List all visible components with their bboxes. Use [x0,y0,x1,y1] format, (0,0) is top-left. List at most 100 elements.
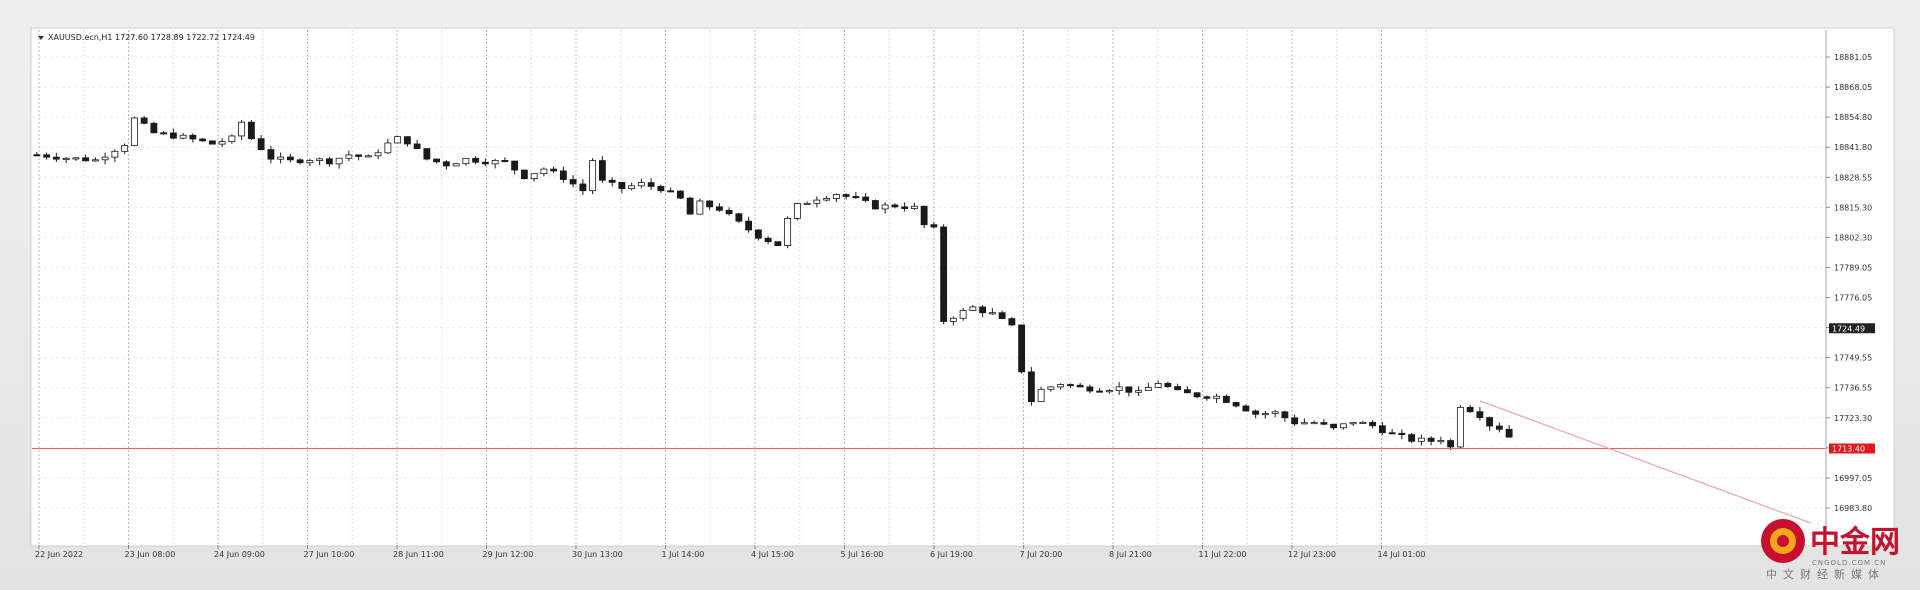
candle-body [355,154,363,157]
time-axis: 22 Jun 2022 23 Jun 08:00 24 Jun 09:00 27 Ju… [35,545,1425,559]
candle-body [169,132,177,139]
candle-body [793,203,801,219]
time-tick-label: 6 Jul 19:00 [930,550,973,559]
candle-body [988,312,996,315]
candle-body [1505,428,1513,438]
candle-body [618,181,626,190]
candle-body [1027,371,1035,403]
time-tick-label: 23 Jun 08:00 [125,550,176,559]
time-tick-label: 22 Jun 2022 [35,550,83,559]
candle-body [910,205,918,209]
candle-body [1310,422,1318,425]
candle-body [1183,389,1191,394]
candle-body [1486,417,1494,427]
candle-body [754,229,762,239]
time-tick-label: 30 Jun 13:00 [572,550,623,559]
candle-body [589,160,597,192]
chart-frame [30,27,1895,547]
time-tick-label: 8 Jul 21:00 [1109,550,1152,559]
candle-body [1447,440,1455,448]
candle-body [998,312,1006,319]
time-tick-label: 5 Jul 16:00 [841,550,884,559]
candle-body [72,157,80,160]
candle-body [189,134,197,140]
candle-body [530,173,538,180]
candle-body [920,205,928,226]
candle-body [1408,434,1416,442]
time-tick-label: 4 Jul 15:00 [751,550,794,559]
candle-body [1203,396,1211,399]
candle-body [238,121,246,137]
time-tick-label: 28 Jun 11:00 [393,550,444,559]
candle-body [1193,392,1201,398]
candle-body [101,156,109,161]
candle-body [1261,413,1269,416]
brand-tagline: 中文财经新媒体 [1766,567,1885,581]
candle-body [628,185,636,190]
candle-body [316,158,324,161]
candle-body [403,136,411,145]
candle-body [1476,411,1484,418]
candle-body [286,156,294,161]
price-tick-label: 18802.30 [1834,233,1872,242]
candle-body [930,224,938,228]
candle-body [1047,386,1055,390]
candle-body [423,148,431,160]
candle-body [306,160,314,164]
candle-body [784,218,792,246]
candle-body [569,179,577,185]
candle-body [559,170,567,180]
candle-body [774,241,782,246]
candle-body [1105,390,1113,393]
candle-body [959,310,967,319]
candle-body [1135,390,1143,393]
candle-body [881,204,889,210]
candle-body [657,186,665,192]
cngold-watermark: 中金网 CNGOLD.COM.CN 中文财经新媒体 [1761,519,1900,581]
candle-body [43,154,51,158]
chart-title: XAUUSD.ecn,H1 1727.60 1728.89 1722.72 17… [48,33,255,42]
price-tick-label: 18854.80 [1834,113,1872,122]
candle-body [1271,411,1279,414]
time-tick-label: 27 Jun 10:00 [304,550,355,559]
candle-body [345,154,353,159]
candle-body [199,138,207,142]
candle-body [179,134,187,139]
candle-body [218,141,226,145]
candle-body [1320,422,1328,425]
candle-body [1242,405,1250,412]
price-tick-label: 17749.55 [1834,354,1872,363]
candle-body [1037,388,1045,403]
candle-body [940,226,948,322]
candle-body [852,196,860,199]
candle-body [1339,423,1347,429]
candle-body [91,159,99,162]
candle-body [413,143,421,149]
candle-body [433,158,441,163]
candle-body [394,136,402,144]
candle-body [52,156,60,160]
candle-body [257,138,265,151]
candle-body [1349,422,1357,425]
price-tick-label: 18828.55 [1834,173,1872,182]
candle-body [335,157,343,165]
candle-body [208,140,216,145]
candle-body [1213,395,1221,399]
candle-body [969,306,977,311]
candle-body [637,182,645,187]
candle-body [891,204,899,208]
candle-body [472,157,480,163]
candle-body [1096,390,1104,393]
candle-body [1174,386,1182,391]
time-tick-label: 24 Jun 09:00 [214,550,265,559]
candle-body [949,317,957,322]
candle-body [1466,406,1474,413]
price-chart: 18881.05 18868.05 18854.80 18841.80 18828.55… [30,27,1900,581]
candle-body [247,121,255,140]
time-tick-label: 7 Jul 20:00 [1020,550,1063,559]
candle-body [1008,318,1016,326]
candle-body [384,142,392,154]
candle-body [481,161,489,165]
candle-body [540,168,548,175]
candle-body [1154,382,1162,388]
